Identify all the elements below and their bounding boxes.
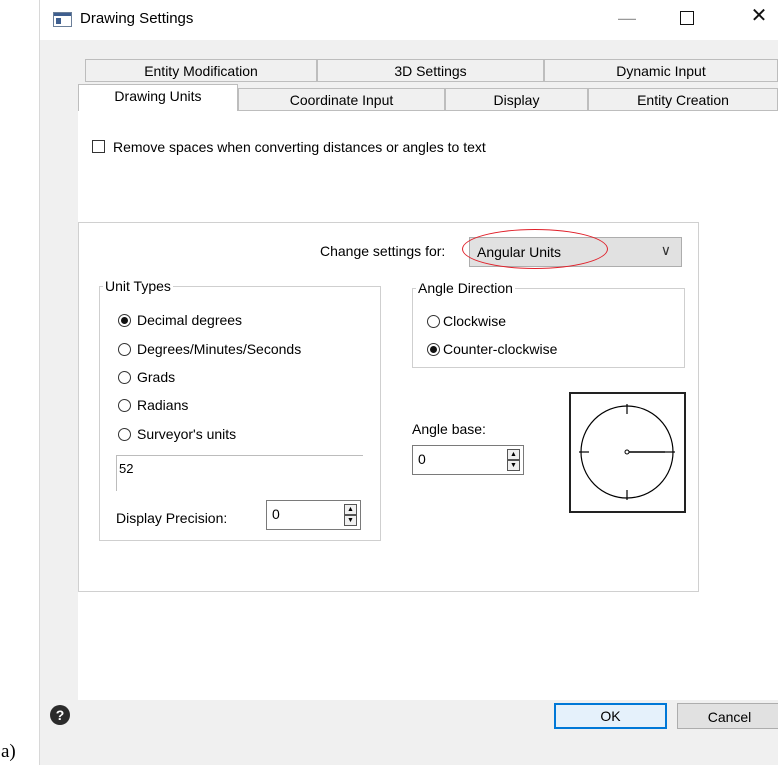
figure-label: a): [1, 741, 16, 762]
radio-grads[interactable]: [118, 371, 131, 384]
ok-button[interactable]: OK: [554, 703, 667, 729]
radio-label-decimal-degrees: Decimal degrees: [137, 312, 243, 328]
tab-row-front: Drawing Units Coordinate Input Display E…: [78, 84, 778, 111]
cancel-button[interactable]: Cancel: [677, 703, 778, 729]
minimize-button[interactable]: —: [612, 8, 642, 28]
tab-row-back: Entity Modification 3D Settings Dynamic …: [85, 59, 778, 84]
angle-base-value: 0: [418, 451, 426, 467]
app-icon: [53, 12, 72, 27]
tab-entity-creation[interactable]: Entity Creation: [588, 88, 778, 111]
surveyor-units-value: 52: [119, 461, 134, 476]
maximize-button[interactable]: [672, 8, 702, 29]
maximize-icon: [680, 11, 694, 25]
display-precision-label: Display Precision:: [116, 510, 228, 526]
radio-label-radians: Radians: [137, 397, 189, 413]
close-button[interactable]: ✕: [744, 6, 774, 26]
radio-clockwise[interactable]: [427, 315, 440, 328]
change-settings-value: Angular Units: [477, 244, 562, 260]
tab-display[interactable]: Display: [445, 88, 588, 111]
tab-entity-modification[interactable]: Entity Modification: [85, 59, 317, 82]
unit-types-title: Unit Types: [105, 278, 171, 294]
spin-up-icon[interactable]: ▲: [344, 504, 357, 515]
tab-3d-settings[interactable]: 3D Settings: [317, 59, 544, 82]
radio-radians[interactable]: [118, 399, 131, 412]
radio-label-degrees-minutes-seconds: Degrees/Minutes/Seconds: [137, 341, 302, 357]
tab-drawing-units[interactable]: Drawing Units: [78, 84, 238, 111]
radio-counter-clockwise[interactable]: [427, 343, 440, 356]
angle-dial-icon: [579, 404, 675, 500]
remove-spaces-label: Remove spaces when converting distances …: [113, 139, 486, 155]
dialog-footer: [40, 700, 778, 765]
change-settings-dropdown[interactable]: Angular Units ∨: [469, 237, 682, 267]
angle-base-label: Angle base:: [412, 421, 486, 437]
angle-preview: [569, 392, 686, 513]
surveyor-units-input[interactable]: 52: [116, 455, 363, 491]
spin-down-icon[interactable]: ▼: [344, 515, 357, 526]
spin-down-icon[interactable]: ▼: [507, 460, 520, 471]
tab-coordinate-input[interactable]: Coordinate Input: [238, 88, 445, 111]
remove-spaces-checkbox[interactable]: [92, 140, 105, 153]
display-precision-value: 0: [272, 506, 280, 522]
radio-degrees-minutes-seconds[interactable]: [118, 343, 131, 356]
radio-label-clockwise: Clockwise: [443, 313, 507, 329]
change-settings-label: Change settings for:: [320, 243, 446, 259]
angle-direction-title: Angle Direction: [418, 280, 513, 296]
radio-label-counter-clockwise: Counter-clockwise: [443, 341, 558, 357]
chevron-down-icon: ∨: [660, 242, 671, 258]
radio-decimal-degrees[interactable]: [118, 314, 131, 327]
radio-label-grads: Grads: [137, 369, 176, 385]
tab-dynamic-input[interactable]: Dynamic Input: [544, 59, 778, 82]
spin-up-icon[interactable]: ▲: [507, 449, 520, 460]
help-icon[interactable]: ?: [50, 705, 70, 725]
radio-surveyors-units[interactable]: [118, 428, 131, 441]
display-precision-stepper[interactable]: 0 ▲ ▼: [266, 500, 361, 530]
radio-label-surveyors-units: Surveyor's units: [137, 426, 237, 442]
angle-base-stepper[interactable]: 0 ▲ ▼: [412, 445, 524, 475]
window-title: Drawing Settings: [80, 10, 194, 27]
